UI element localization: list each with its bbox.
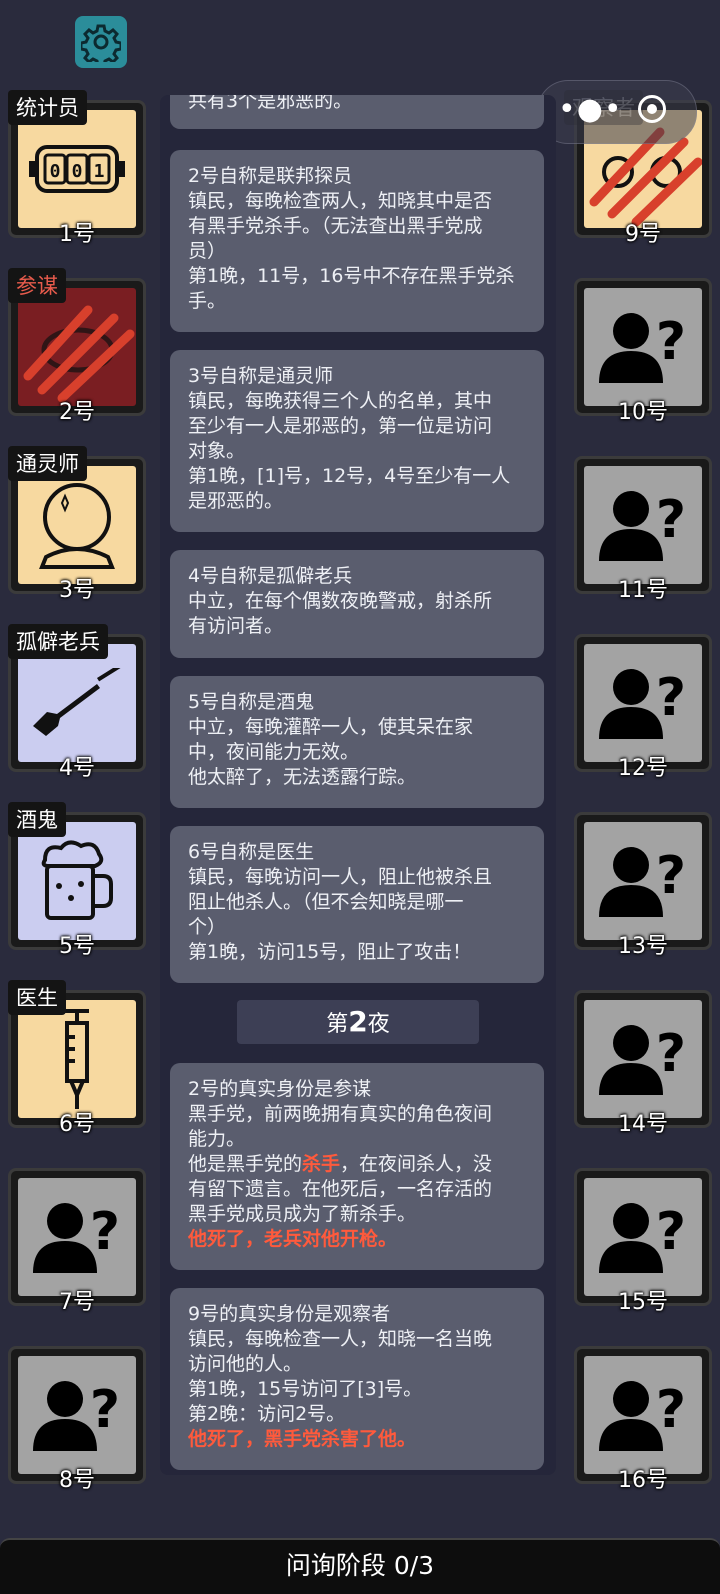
- crystal-ball-icon: [39, 483, 115, 569]
- player-number: 7号: [59, 1290, 95, 1315]
- player-card-12[interactable]: ? 12号: [574, 634, 712, 781]
- log-message: 共有3个是邪恶的。: [170, 95, 544, 129]
- settings-button[interactable]: [75, 16, 127, 68]
- player-number: 10号: [618, 400, 668, 425]
- svg-text:?: ?: [90, 1202, 120, 1262]
- role-label: 酒鬼: [8, 802, 66, 837]
- player-number: 12号: [618, 756, 668, 781]
- player-card-11[interactable]: ? 11号: [574, 456, 712, 603]
- svg-text:?: ?: [656, 1024, 686, 1084]
- gear-icon: [81, 24, 121, 62]
- role-label: 统计员: [8, 90, 87, 125]
- log-message: 4号自称是孤僻老兵 中立，在每个偶数夜晚警戒，射杀所 有访问者。: [170, 550, 544, 658]
- death-notice: 他死了，黑手党杀害了他。: [188, 1428, 417, 1450]
- player-number: 15号: [618, 1290, 668, 1315]
- player-card-3[interactable]: 通灵师 3号: [8, 446, 146, 603]
- log-message: 3号自称是通灵师 镇民，每晚获得三个人的名单，其中 至少有一人是邪恶的，第一位是…: [170, 350, 544, 532]
- unknown-person-icon: ?: [599, 312, 686, 383]
- log-message: 6号自称是医生 镇民，每晚访问一人，阻止他被杀且 阻止他杀人。（但不会知晓是哪一…: [170, 826, 544, 983]
- log-message: 9号的真实身份是观察者 镇民，每晚检查一人，知晓一名当晚 访问他的人。 第1晚，…: [170, 1288, 544, 1470]
- player-card-14[interactable]: ? 14号: [574, 990, 712, 1137]
- rifle-icon: [33, 668, 123, 736]
- role-label: 参谋: [8, 268, 66, 303]
- svg-text:?: ?: [656, 1202, 686, 1262]
- log-message: 2号自称是联邦探员 镇民，每晚检查两人，知晓其中是否 有黑手党杀手。（无法查出黑…: [170, 150, 544, 332]
- unknown-person-icon: ?: [599, 846, 686, 917]
- player-card-6[interactable]: 医生 6号: [8, 980, 146, 1137]
- svg-text:0: 0: [50, 161, 61, 182]
- phase-label: 问询阶段 0/3: [285, 1551, 435, 1580]
- claw-mark-icon: [23, 305, 135, 403]
- player-number: 2号: [59, 400, 95, 425]
- unknown-person-icon: ?: [33, 1380, 120, 1451]
- log-message: 5号自称是酒鬼 中立，每晚灌醉一人，使其呆在家 中，夜间能力无效。 他太醉了，无…: [170, 676, 544, 808]
- role-label: 孤僻老兵: [8, 624, 108, 659]
- player-number: 9号: [625, 222, 661, 247]
- role-label: 通灵师: [8, 446, 87, 481]
- event-log[interactable]: 共有3个是邪恶的。 2号自称是联邦探员 镇民，每晚检查两人，知晓其中是否 有黑手…: [160, 95, 556, 1475]
- player-card-7[interactable]: ? 7号: [8, 1168, 146, 1315]
- death-notice: 他死了，老兵对他开枪。: [188, 1228, 398, 1250]
- unknown-person-icon: ?: [599, 1380, 686, 1451]
- more-icon[interactable]: •●•: [558, 95, 623, 125]
- player-number: 1号: [59, 222, 95, 247]
- player-number: 8号: [59, 1468, 95, 1493]
- unknown-person-icon: ?: [33, 1202, 120, 1273]
- svg-text:?: ?: [90, 1380, 120, 1440]
- role-label: 医生: [8, 980, 66, 1015]
- player-number: 3号: [59, 578, 95, 603]
- unknown-person-icon: ?: [599, 668, 686, 739]
- close-target-icon[interactable]: [638, 95, 666, 123]
- player-card-13[interactable]: ? 13号: [574, 812, 712, 959]
- player-card-5[interactable]: 酒鬼 5号: [8, 802, 146, 959]
- player-number: 5号: [59, 934, 95, 959]
- player-number: 14号: [618, 1112, 668, 1137]
- mini-program-capsule[interactable]: •●•: [537, 80, 697, 144]
- player-card-4[interactable]: 孤僻老兵 4号: [8, 624, 146, 781]
- svg-text:1: 1: [94, 161, 105, 182]
- player-card-10[interactable]: ? 10号: [574, 278, 712, 425]
- svg-text:0: 0: [72, 161, 83, 182]
- svg-text:?: ?: [656, 490, 686, 550]
- player-number: 4号: [59, 756, 95, 781]
- unknown-person-icon: ?: [599, 1024, 686, 1095]
- player-number: 11号: [618, 578, 668, 603]
- svg-text:?: ?: [656, 1380, 686, 1440]
- phase-bar[interactable]: 问询阶段 0/3: [0, 1538, 720, 1594]
- svg-text:?: ?: [656, 668, 686, 728]
- player-card-2[interactable]: 参谋 2号: [8, 268, 146, 425]
- unknown-person-icon: ?: [599, 1202, 686, 1273]
- player-number: 16号: [618, 1468, 668, 1493]
- player-card-16[interactable]: ? 16号: [574, 1346, 712, 1493]
- player-card-8[interactable]: ? 8号: [8, 1346, 146, 1493]
- player-card-1[interactable]: 0 0 1 统计员 1号: [8, 90, 146, 247]
- counter-icon: 0 0 1: [29, 145, 125, 193]
- svg-text:?: ?: [656, 312, 686, 372]
- log-message: 2号的真实身份是参谋 黑手党，前两晚拥有真实的角色夜间 能力。 他是黑手党的杀手…: [170, 1063, 544, 1270]
- night-header: 第2夜: [237, 1000, 479, 1044]
- player-number: 13号: [618, 934, 668, 959]
- player-number: 6号: [59, 1112, 95, 1137]
- svg-text:?: ?: [656, 846, 686, 906]
- syringe-icon: [65, 1009, 89, 1109]
- beer-mug-icon: [41, 840, 113, 920]
- player-card-15[interactable]: ? 15号: [574, 1168, 712, 1315]
- unknown-person-icon: ?: [599, 490, 686, 561]
